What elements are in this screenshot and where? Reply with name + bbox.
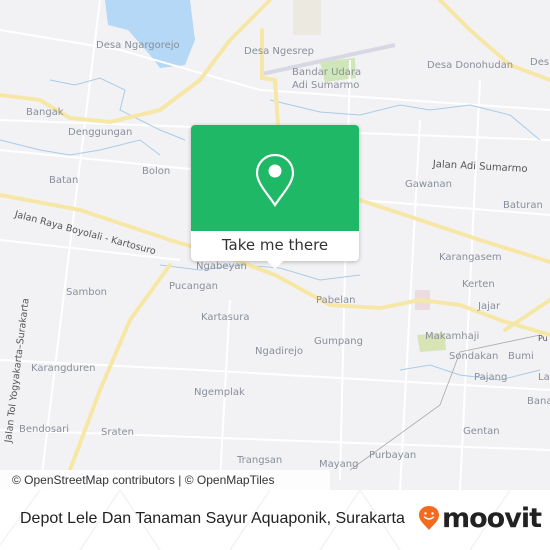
road-airport	[260, 28, 280, 127]
moovit-pin-smile-icon	[419, 506, 439, 530]
place-label: Ngemplak	[194, 387, 245, 398]
place-label: Pucangan	[169, 281, 218, 292]
popup-header	[191, 125, 359, 231]
airport-label: Adi Sumarmo	[292, 80, 360, 91]
place-title: Depot Lele Dan Tanaman Sayur Aquaponik, …	[20, 510, 405, 527]
place-label: La	[538, 372, 550, 383]
place-label: Pajang	[474, 372, 508, 383]
place-label: Karangduren	[31, 363, 96, 374]
place-label: Sondakan	[449, 351, 499, 362]
place-label: Baturan	[503, 200, 543, 211]
place-label: Bendosari	[19, 424, 70, 435]
place-label: Mayang	[319, 459, 359, 470]
place-label: Makamhaji	[425, 331, 480, 342]
place-label: Pu	[538, 334, 548, 343]
moovit-logo[interactable]: moovit	[418, 501, 542, 535]
place-label: Sraten	[101, 427, 134, 438]
place-label: Gawanan	[405, 179, 452, 190]
popup-pointer	[267, 261, 283, 269]
moovit-wordmark: moovit	[442, 502, 542, 534]
take-me-there-button[interactable]: Take me there	[191, 231, 359, 261]
area-tan	[293, 0, 321, 35]
place-label: Purbayan	[369, 450, 417, 461]
place-label: Kartasura	[201, 312, 250, 323]
place-label: Trangsan	[237, 455, 283, 466]
place-label: Bangak	[26, 107, 64, 118]
place-label: Karangasem	[439, 252, 502, 263]
place-label: Desa Ngesrep	[244, 46, 314, 57]
map-attribution[interactable]: © OpenStreetMap contributors | © OpenMap…	[0, 470, 330, 490]
place-label: Bolon	[142, 166, 171, 177]
place-label: Bana	[527, 396, 550, 407]
place-label: Desa Donohudan	[427, 60, 514, 71]
place-label: Kerten	[462, 279, 495, 290]
place-label: Gumpang	[314, 336, 363, 347]
place-label: Desa Ngargorejo	[96, 40, 180, 51]
place-label: Jajar	[478, 301, 501, 312]
place-label: Des	[530, 57, 550, 68]
place-label: Pabelan	[316, 295, 356, 306]
place-label: Batan	[49, 175, 79, 186]
place-label: Ngadirejo	[255, 346, 304, 357]
map-pin-icon	[255, 153, 295, 207]
place-label: Denggungan	[68, 127, 133, 138]
place-label: Ngabeyan	[196, 261, 247, 272]
place-label: Bumi	[508, 351, 534, 362]
location-popup[interactable]: Take me there	[191, 125, 359, 269]
airport-label: Bandar Udara	[292, 67, 362, 78]
place-label: Sambon	[66, 287, 108, 298]
place-label: Gentan	[463, 426, 500, 437]
